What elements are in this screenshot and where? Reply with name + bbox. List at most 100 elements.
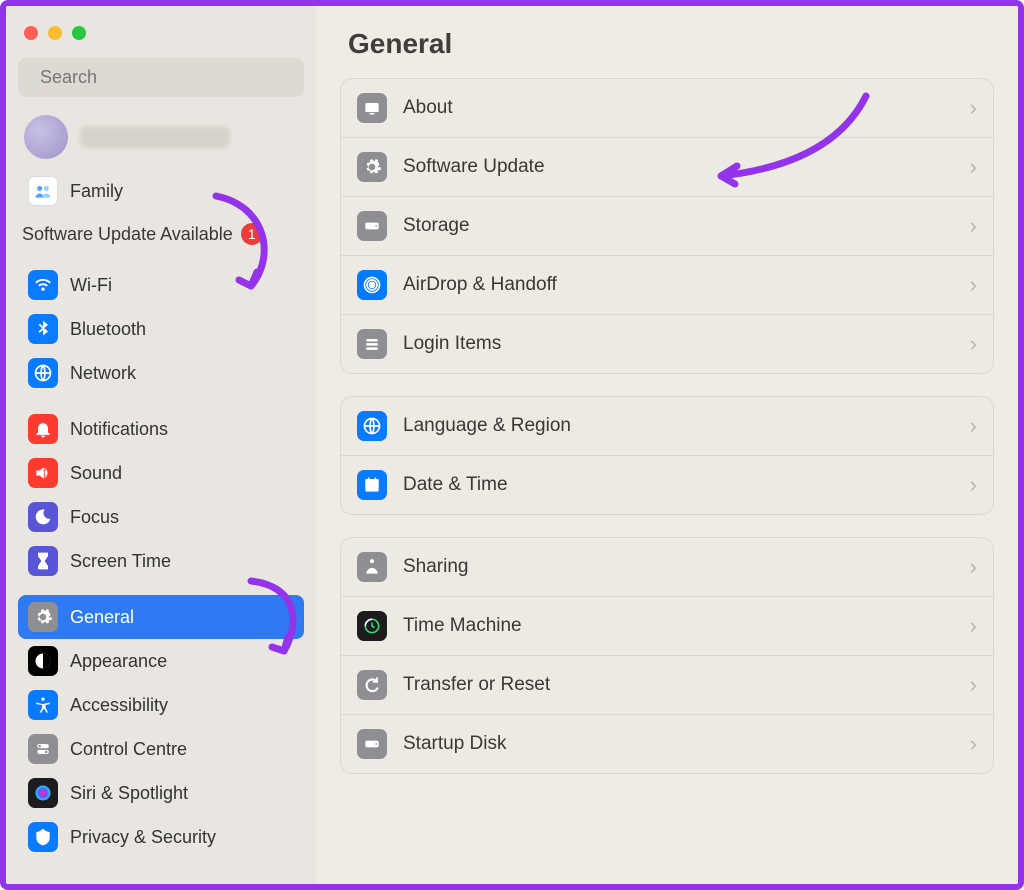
settings-row-label: Date & Time <box>403 474 954 496</box>
settings-row-label: Storage <box>403 215 954 237</box>
sharing-icon <box>357 552 387 582</box>
wifi-icon <box>28 270 58 300</box>
chevron-right-icon: › <box>970 613 977 639</box>
software-update-available[interactable]: Software Update Available 1 <box>18 213 304 251</box>
chevron-right-icon: › <box>970 272 977 298</box>
loginitems-icon <box>357 329 387 359</box>
network-icon <box>28 358 58 388</box>
settings-window: Family Software Update Available 1 Wi-Fi… <box>0 0 1024 890</box>
sidebar-item-sound[interactable]: Sound <box>18 451 304 495</box>
chevron-right-icon: › <box>970 672 977 698</box>
update-badge: 1 <box>241 223 263 245</box>
sidebar-item-label: Family <box>70 181 123 202</box>
settings-group: About›Software Update›Storage›AirDrop & … <box>340 78 994 374</box>
sidebar-item-focus[interactable]: Focus <box>18 495 304 539</box>
settings-row-storage[interactable]: Storage › <box>341 196 993 255</box>
sidebar-item-label: Privacy & Security <box>70 827 216 848</box>
sidebar-item-wifi[interactable]: Wi-Fi <box>18 263 304 307</box>
settings-group: Sharing›Time Machine›Transfer or Reset›S… <box>340 537 994 774</box>
settings-row-about[interactable]: About › <box>341 79 993 137</box>
sidebar-item-controlcentre[interactable]: Control Centre <box>18 727 304 771</box>
settings-row-label: Sharing <box>403 556 954 578</box>
sidebar-item-label: Accessibility <box>70 695 168 716</box>
controlcentre-icon <box>28 734 58 764</box>
sidebar-item-bluetooth[interactable]: Bluetooth <box>18 307 304 351</box>
settings-row-datetime[interactable]: Date & Time › <box>341 455 993 514</box>
sidebar-item-label: Wi-Fi <box>70 275 112 296</box>
timemachine-icon <box>357 611 387 641</box>
chevron-right-icon: › <box>970 472 977 498</box>
sidebar: Family Software Update Available 1 Wi-Fi… <box>6 6 316 884</box>
about-icon <box>357 93 387 123</box>
settings-group: Language & Region › Date & Time › <box>340 396 994 515</box>
sidebar-item-label: Siri & Spotlight <box>70 783 188 804</box>
maximize-button[interactable] <box>72 26 86 40</box>
sidebar-item-network[interactable]: Network <box>18 351 304 395</box>
page-title: General <box>340 16 994 78</box>
settings-row-loginitems[interactable]: Login Items› <box>341 314 993 373</box>
startupdisk-icon <box>357 729 387 759</box>
settings-row-label: Software Update <box>403 156 954 178</box>
sidebar-item-label: Screen Time <box>70 551 171 572</box>
sidebar-item-general[interactable]: General <box>18 595 304 639</box>
focus-icon <box>28 502 58 532</box>
notifications-icon <box>28 414 58 444</box>
settings-row-sharing[interactable]: Sharing› <box>341 538 993 596</box>
sidebar-item-siri[interactable]: Siri & Spotlight <box>18 771 304 815</box>
update-heading-label: Software Update Available <box>22 224 233 245</box>
sidebar-item-privacy[interactable]: Privacy & Security <box>18 815 304 859</box>
sidebar-item-label: Sound <box>70 463 122 484</box>
general-icon <box>28 602 58 632</box>
appearance-icon <box>28 646 58 676</box>
sidebar-item-label: General <box>70 607 134 628</box>
airdrop-icon <box>357 270 387 300</box>
settings-row-label: AirDrop & Handoff <box>403 274 954 296</box>
settings-row-label: Startup Disk <box>403 733 954 755</box>
chevron-right-icon: › <box>970 413 977 439</box>
sidebar-item-label: Network <box>70 363 136 384</box>
settings-row-airdrop[interactable]: AirDrop & Handoff › <box>341 255 993 314</box>
sidebar-item-label: Notifications <box>70 419 168 440</box>
settings-row-startupdisk[interactable]: Startup Disk › <box>341 714 993 773</box>
sidebar-item-accessibility[interactable]: Accessibility <box>18 683 304 727</box>
sidebar-item-label: Appearance <box>70 651 167 672</box>
bluetooth-icon <box>28 314 58 344</box>
sidebar-item-screentime[interactable]: Screen Time <box>18 539 304 583</box>
search-input[interactable] <box>38 66 292 89</box>
search-field[interactable] <box>18 58 304 97</box>
minimize-button[interactable] <box>48 26 62 40</box>
siri-icon <box>28 778 58 808</box>
main-panel: General About›Software Update›Storage›Ai… <box>316 6 1018 884</box>
window-controls <box>18 16 304 58</box>
accessibility-icon <box>28 690 58 720</box>
chevron-right-icon: › <box>970 731 977 757</box>
settings-row-softwareupdate[interactable]: Software Update › <box>341 137 993 196</box>
settings-row-label: About <box>403 97 954 119</box>
storage-icon <box>357 211 387 241</box>
close-button[interactable] <box>24 26 38 40</box>
settings-row-timemachine[interactable]: Time Machine › <box>341 596 993 655</box>
settings-row-label: Language & Region <box>403 415 954 437</box>
family-icon <box>28 176 58 206</box>
sidebar-item-label: Focus <box>70 507 119 528</box>
privacy-icon <box>28 822 58 852</box>
chevron-right-icon: › <box>970 95 977 121</box>
sidebar-item-label: Control Centre <box>70 739 187 760</box>
language-icon <box>357 411 387 441</box>
sidebar-item-appearance[interactable]: Appearance <box>18 639 304 683</box>
datetime-icon <box>357 470 387 500</box>
apple-id-row[interactable] <box>18 97 304 169</box>
settings-row-label: Transfer or Reset <box>403 674 954 696</box>
user-name-redacted <box>80 126 230 148</box>
settings-row-label: Time Machine <box>403 615 954 637</box>
chevron-right-icon: › <box>970 154 977 180</box>
softwareupdate-icon <box>357 152 387 182</box>
screentime-icon <box>28 546 58 576</box>
sound-icon <box>28 458 58 488</box>
settings-row-transfer[interactable]: Transfer or Reset › <box>341 655 993 714</box>
sidebar-item-family[interactable]: Family <box>18 169 304 213</box>
sidebar-item-notifications[interactable]: Notifications <box>18 407 304 451</box>
avatar <box>24 115 68 159</box>
settings-row-language[interactable]: Language & Region › <box>341 397 993 455</box>
chevron-right-icon: › <box>970 213 977 239</box>
